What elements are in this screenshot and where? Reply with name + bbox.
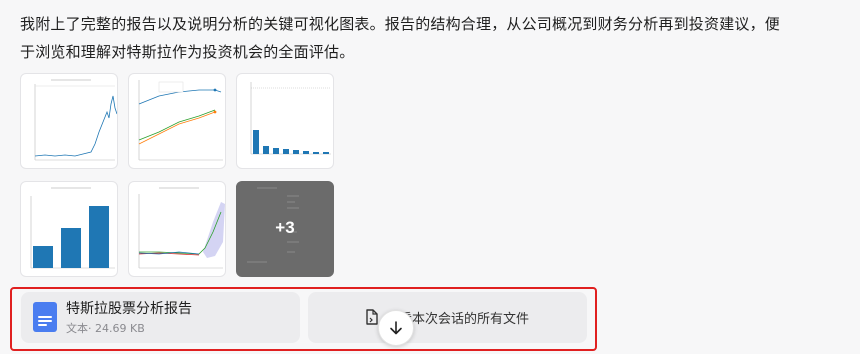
arrow-down-icon: [390, 321, 402, 335]
more-count-label: +3: [275, 218, 295, 237]
bar-thumbnail-image: [250, 82, 331, 155]
chart-thumbnail-bar[interactable]: [236, 73, 334, 169]
stock-price-thumbnail-image: [34, 79, 117, 161]
report-file-card[interactable]: 特斯拉股票分析报告 文本· 24.69 KB: [21, 292, 300, 343]
view-all-files-button[interactable]: 查看本次会话的所有文件: [308, 292, 587, 343]
chart-thumbnail-forecast[interactable]: [128, 181, 226, 277]
more-thumbnails-tile[interactable]: +3: [236, 181, 334, 277]
doc-icon: [33, 302, 57, 332]
file-name: 特斯拉股票分析报告: [66, 301, 192, 317]
chart-thumbnail-stock-price[interactable]: [20, 73, 118, 169]
file-meta: 文本· 24.69 KB: [66, 322, 145, 335]
forecast-thumbnail-image: [138, 187, 225, 269]
chart-thumbnail-multi-line[interactable]: [128, 73, 226, 169]
chart-thumbnail-revenue-bar[interactable]: [20, 181, 118, 277]
assistant-message-text: 我附上了完整的报告以及说明分析的关键可视化图表。报告的结构合理，从公司概况到财务…: [20, 15, 781, 61]
scroll-to-bottom-button[interactable]: [378, 310, 414, 346]
multi-line-thumbnail-image: [138, 80, 223, 161]
revenue-bar-thumbnail-image: [30, 187, 115, 269]
